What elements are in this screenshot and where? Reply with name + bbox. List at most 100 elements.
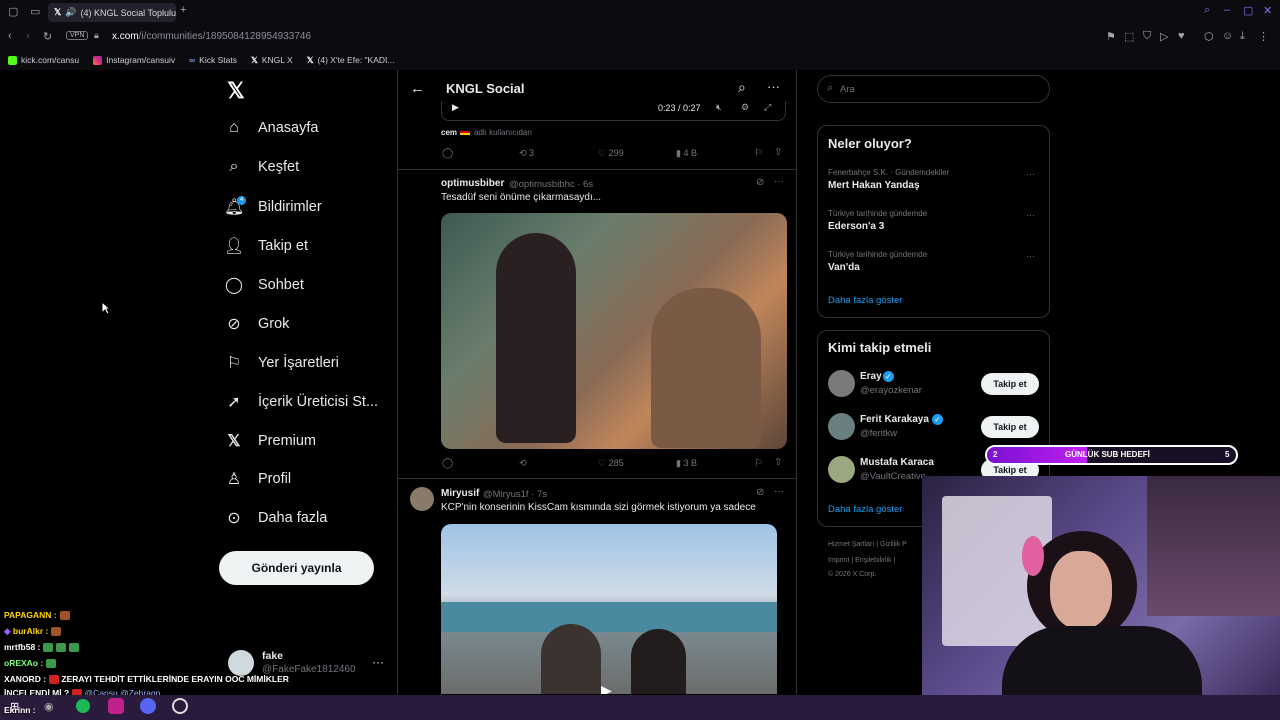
download-icon[interactable]: ⤓ (1240, 30, 1245, 43)
profile-icon[interactable]: ☺ (1222, 30, 1233, 42)
reply-icon[interactable]: ◯ (442, 458, 453, 469)
trend-more-icon[interactable]: ··· (1026, 251, 1035, 261)
sidebar-toggle-icon[interactable]: ▢ (8, 5, 18, 18)
nav-chat[interactable]: ◯ Sohbet (224, 275, 304, 295)
nav-home[interactable]: ⌂ Anasayfa (224, 119, 318, 137)
post-button[interactable]: Gönderi yayınla (219, 551, 374, 585)
new-tab-icon[interactable]: + (180, 4, 186, 16)
forward-icon[interactable]: › (26, 30, 30, 42)
trend-item[interactable]: Türkiye tarihinde gündemde Van'da (828, 250, 1038, 273)
show-more-link[interactable]: Daha fazla göster (828, 295, 902, 306)
home-icon: ⌂ (229, 119, 239, 136)
obs-icon[interactable] (172, 698, 188, 714)
play-icon[interactable]: ▶ (452, 102, 459, 113)
grok-icon[interactable]: ⊘ (756, 487, 764, 498)
show-more-link[interactable]: Daha fazla göster (828, 504, 902, 515)
reload-icon[interactable]: ↻ (43, 30, 52, 43)
repost-icon[interactable]: ⟲ (519, 458, 527, 469)
nav-more[interactable]: ⊙ Daha fazla (224, 508, 327, 528)
heart-icon[interactable]: ♥ (1178, 30, 1185, 42)
bookmark-kick-stats[interactable]: ∞ Kick Stats (189, 55, 237, 65)
bookmark-instagram[interactable]: Instagram/cansuiv (93, 55, 175, 65)
footer-links[interactable]: Hizmet Şartları | Gizlilik P (828, 541, 907, 548)
page-title: KNGL Social (446, 81, 525, 96)
fullscreen-icon[interactable]: ⤢ (764, 102, 771, 113)
repost-user[interactable]: cem (441, 128, 457, 137)
video-player[interactable] (441, 101, 786, 121)
shield-icon[interactable]: ⛉ (1143, 30, 1151, 43)
nav-profile[interactable]: ♙ Profil (224, 469, 291, 489)
trend-item[interactable]: Fenerbahçe S.K. · Gündemdekiler Mert Hak… (828, 168, 1038, 191)
bookmark-kngl-x[interactable]: 𝕏 KNGL X (251, 55, 293, 66)
suggested-user-name[interactable]: Eray (860, 371, 882, 382)
like-button[interactable]: ♡ 299 (598, 148, 624, 159)
workspaces-icon[interactable]: ▭ (30, 5, 40, 18)
post-author-name[interactable]: optimusbiber (441, 178, 504, 189)
x-home-logo-icon[interactable]: 𝕏 (227, 78, 245, 104)
avatar[interactable] (828, 370, 855, 397)
search-icon[interactable]: ⌕ (1204, 4, 1210, 17)
bookmark-kick[interactable]: kick.com/cansu (8, 55, 79, 65)
search-icon[interactable]: ⌕ (738, 79, 746, 96)
views-count[interactable]: ▮ 4 B (676, 148, 697, 159)
back-icon[interactable]: ‹ (8, 30, 12, 42)
tab-kngl-social[interactable]: 𝕏 🔊 (4) KNGL Social Topluluğ (48, 3, 176, 22)
share-icon[interactable]: ⇧ (774, 147, 782, 158)
nav-grok[interactable]: ⊘ Grok (224, 314, 289, 334)
discord-icon[interactable] (140, 698, 156, 714)
close-icon[interactable]: ✕ (1263, 4, 1272, 17)
bookmark-page-icon[interactable]: ⚑ (1106, 30, 1116, 43)
search-input[interactable]: ⌕ Ara (817, 75, 1050, 103)
more-icon[interactable]: ··· (767, 79, 780, 94)
nav-creator-studio[interactable]: ➚ İçerik Üreticisi St... (224, 392, 378, 412)
post-more-icon[interactable]: ··· (774, 486, 784, 497)
avatar[interactable] (828, 413, 855, 440)
nav-premium[interactable]: 𝕏 Premium (224, 431, 316, 451)
nav-follow[interactable]: 👤︎ Takip et (224, 236, 308, 256)
follow-button[interactable]: Takip et (981, 373, 1039, 395)
opera-icon[interactable] (108, 698, 124, 714)
url-field[interactable]: x.com/i/communities/1895084128954933746 (112, 31, 311, 42)
speaker-icon[interactable]: 🔊 (65, 7, 76, 18)
lock-icon[interactable]: 🔒︎ (94, 30, 99, 41)
trend-more-icon[interactable]: ··· (1026, 169, 1035, 179)
views-count[interactable]: ▮ 3 B (676, 458, 697, 469)
trend-item[interactable]: Türkiye tarihinde gündemde Ederson'a 3 (828, 209, 1038, 232)
back-arrow-icon[interactable]: ← (410, 80, 425, 97)
avatar[interactable] (228, 650, 254, 676)
spotify-icon[interactable] (76, 699, 90, 713)
like-button[interactable]: ♡ 285 (598, 458, 624, 469)
post-author-name[interactable]: Miryusif (441, 488, 479, 499)
footer-links[interactable]: Imprint | Erişilebilirlik | (828, 557, 895, 564)
bookmark-efe[interactable]: 𝕏 (4) X'te Efe: "KADI... (307, 55, 395, 66)
suggested-user-name[interactable]: Ferit Karakaya (860, 414, 929, 425)
avatar[interactable] (828, 456, 855, 483)
post-more-icon[interactable]: ··· (774, 176, 784, 187)
maximize-icon[interactable]: ▢ (1243, 4, 1253, 17)
screenshot-icon[interactable]: ⬚ (1124, 30, 1134, 43)
post-image[interactable] (441, 213, 787, 449)
play-icon[interactable]: ▶ (601, 682, 612, 694)
mute-icon[interactable]: 🔇︎ (716, 102, 722, 113)
repost-button[interactable]: ⟲ 3 (519, 148, 534, 159)
menu-icon[interactable]: ⋮ (1258, 30, 1269, 43)
grok-icon[interactable]: ⊘ (756, 177, 764, 188)
suggested-user-name[interactable]: Mustafa Karaca (860, 457, 934, 468)
vpn-badge[interactable]: VPN (66, 31, 89, 40)
settings-icon[interactable]: ⚙ (741, 102, 749, 113)
nav-bookmarks[interactable]: ⚐ Yer İşaretleri (224, 353, 339, 373)
account-menu-icon[interactable]: ··· (372, 655, 384, 669)
nav-explore[interactable]: ⌕ Keşfet (224, 158, 300, 176)
reply-icon[interactable]: ◯ (442, 148, 453, 159)
taskbar-app-icon[interactable]: ◉ (44, 700, 54, 713)
post-video[interactable]: ▶ (441, 524, 777, 694)
trend-more-icon[interactable]: ··· (1026, 210, 1035, 220)
bookmark-icon[interactable]: ⚐ (754, 148, 763, 159)
bookmark-icon[interactable]: ⚐ (754, 458, 763, 469)
share-icon[interactable]: ⇧ (774, 457, 782, 468)
play-icon[interactable]: ▷ (1160, 30, 1168, 43)
avatar[interactable] (410, 487, 434, 511)
follow-button[interactable]: Takip et (981, 416, 1039, 438)
extensions-icon[interactable]: ⬡ (1204, 30, 1214, 43)
minimize-icon[interactable]: – (1224, 4, 1230, 16)
